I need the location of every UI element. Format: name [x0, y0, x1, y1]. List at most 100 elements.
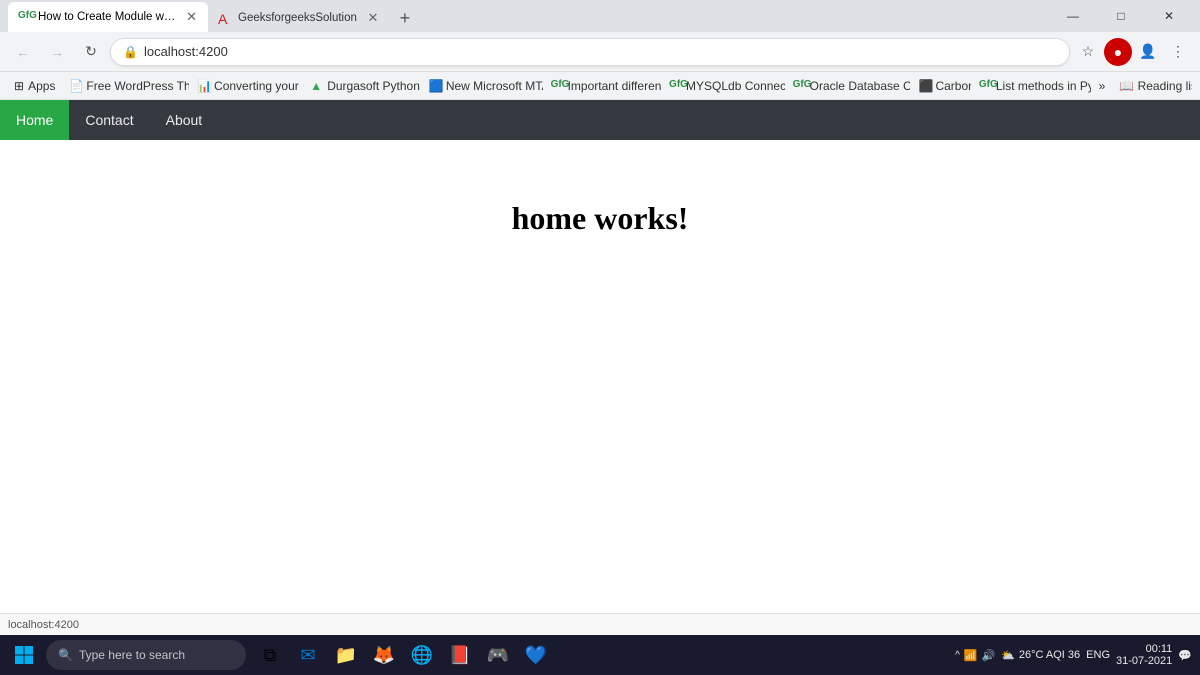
language-indicator: ENG	[1086, 649, 1110, 661]
app-navbar: Home Contact About	[0, 100, 1200, 140]
extensions-icon[interactable]: ●	[1104, 38, 1132, 66]
nav-home[interactable]: Home	[0, 100, 69, 140]
apps-bookmark[interactable]: ⊞ Apps	[8, 77, 61, 95]
network-icon[interactable]: 📶	[964, 649, 978, 662]
weather-text: 26°C AQI 36	[1019, 649, 1080, 661]
windows-logo-icon	[14, 645, 34, 665]
home-heading: home works!	[512, 200, 689, 237]
bm6-label: MYSQLdb Connecti...	[686, 79, 785, 93]
back-button[interactable]: ←	[8, 37, 38, 67]
chrome-icon: 🌐	[411, 645, 433, 666]
clock-widget[interactable]: 00:11 31-07-2021	[1116, 643, 1172, 667]
bm3-label: Durgasoft Python -...	[327, 79, 421, 93]
bookmarks-bar: ⊞ Apps 📄 Free WordPress The... 📊 Convert…	[0, 72, 1200, 100]
nav-about-label: About	[166, 112, 203, 128]
bm8-favicon: ⬛	[918, 79, 932, 93]
apps-label: Apps	[28, 79, 55, 93]
taskbar: 🔍 Type here to search ⧉ ✉ 📁 🦊 🌐 📕	[0, 635, 1200, 675]
tab1-favicon: GfG	[18, 10, 32, 24]
tab2-close[interactable]: ✕	[365, 10, 381, 26]
apps-grid-icon: ⊞	[14, 79, 24, 93]
bm7-favicon: GfG	[793, 79, 807, 93]
acrobat-app[interactable]: 📕	[442, 637, 478, 673]
app-7[interactable]: 🎮	[480, 637, 516, 673]
reading-list-button[interactable]: 📖 Reading list	[1113, 77, 1192, 95]
bm1-label: Free WordPress The...	[86, 79, 189, 93]
bookmark-2[interactable]: 📊 Converting your file	[191, 77, 302, 95]
bookmark-9[interactable]: GfG List methods in Pyt...	[973, 77, 1091, 95]
nav-contact-label: Contact	[85, 112, 133, 128]
nav-contact[interactable]: Contact	[69, 100, 149, 140]
bm2-label: Converting your file	[214, 79, 302, 93]
bm6-favicon: GfG	[669, 79, 683, 93]
reading-list-label: 📖 Reading list	[1119, 79, 1192, 93]
address-text: localhost:4200	[144, 44, 1057, 59]
more-bookmarks-button[interactable]: »	[1093, 77, 1112, 95]
task-view-button[interactable]: ⧉	[252, 637, 288, 673]
bm9-favicon: GfG	[979, 79, 993, 93]
tab-strip: GfG How to Create Module with Rou... ✕ A…	[8, 0, 1046, 32]
refresh-button[interactable]: ↻	[76, 37, 106, 67]
cloud-icon: ⛅	[1001, 649, 1015, 662]
vscode-icon: 💙	[525, 645, 547, 666]
taskbar-search[interactable]: 🔍 Type here to search	[46, 640, 246, 670]
navigation-bar: ← → ↻ 🔒 localhost:4200 ☆ ● 👤 ⋮	[0, 32, 1200, 72]
bookmark-7[interactable]: GfG Oracle Database Co...	[787, 77, 911, 95]
bookmark-6[interactable]: GfG MYSQLdb Connecti...	[663, 77, 785, 95]
date-display: 31-07-2021	[1116, 655, 1172, 667]
time-display: 00:11	[1146, 643, 1173, 655]
bookmark-1[interactable]: 📄 Free WordPress The...	[63, 77, 189, 95]
bm9-label: List methods in Pyt...	[996, 79, 1091, 93]
nav-about[interactable]: About	[150, 100, 219, 140]
tab1-title: How to Create Module with Rou...	[38, 11, 177, 23]
bm1-favicon: 📄	[69, 79, 83, 93]
minimize-button[interactable]: —	[1050, 0, 1096, 32]
more-options-icon[interactable]: ⋮	[1164, 38, 1192, 66]
status-url: localhost:4200	[8, 619, 79, 631]
weather-widget[interactable]: ⛅ 26°C AQI 36	[1001, 649, 1080, 662]
bookmark-5[interactable]: GfG Important differenc...	[545, 77, 661, 95]
bm4-favicon: 🟦	[429, 79, 443, 93]
tab1-close[interactable]: ✕	[185, 9, 198, 25]
start-button[interactable]	[4, 635, 44, 675]
bm8-label: Carbon	[935, 79, 970, 93]
file-explorer[interactable]: 📁	[328, 637, 364, 673]
chevron-up-icon[interactable]: ^	[955, 650, 960, 661]
title-bar: GfG How to Create Module with Rou... ✕ A…	[0, 0, 1200, 32]
browser-window: GfG How to Create Module with Rou... ✕ A…	[0, 0, 1200, 675]
address-bar[interactable]: 🔒 localhost:4200	[110, 38, 1070, 66]
search-icon: 🔍	[58, 648, 73, 662]
tab-1[interactable]: GfG How to Create Module with Rou... ✕	[8, 2, 208, 32]
bookmark-8[interactable]: ⬛ Carbon	[912, 77, 970, 95]
bm3-favicon: ▲	[310, 79, 324, 93]
new-tab-button[interactable]: +	[391, 4, 419, 32]
app7-icon: 🎮	[487, 645, 509, 666]
bm7-label: Oracle Database Co...	[810, 79, 911, 93]
sys-tray: ^ 📶 🔊	[955, 649, 995, 662]
mail-app[interactable]: ✉	[290, 637, 326, 673]
main-content: home works!	[0, 140, 1200, 613]
security-icon: 🔒	[123, 45, 138, 59]
firefox-icon: 🦊	[373, 645, 395, 666]
bookmark-4[interactable]: 🟦 New Microsoft MTA...	[423, 77, 543, 95]
chrome-app[interactable]: 🌐	[404, 637, 440, 673]
vscode-app[interactable]: 💙	[518, 637, 554, 673]
bookmark-star-icon[interactable]: ☆	[1074, 38, 1102, 66]
tab2-title: GeeksforgeeksSolution	[238, 12, 357, 24]
nav-actions: ☆ ● 👤 ⋮	[1074, 38, 1192, 66]
close-button[interactable]: ✕	[1146, 0, 1192, 32]
maximize-button[interactable]: □	[1098, 0, 1144, 32]
sound-icon[interactable]: 🔊	[981, 649, 995, 662]
bookmark-3[interactable]: ▲ Durgasoft Python -...	[304, 77, 421, 95]
window-controls: — □ ✕	[1050, 0, 1192, 32]
notification-icon[interactable]: 💬	[1178, 649, 1192, 662]
profile-icon[interactable]: 👤	[1134, 38, 1162, 66]
acrobat-icon: 📕	[449, 645, 471, 666]
tab-2[interactable]: A GeeksforgeeksSolution ✕	[208, 4, 391, 32]
mail-icon: ✉	[300, 645, 315, 666]
bm5-favicon: GfG	[551, 79, 565, 93]
bm2-favicon: 📊	[197, 79, 211, 93]
bm4-label: New Microsoft MTA...	[446, 79, 543, 93]
firefox-app[interactable]: 🦊	[366, 637, 402, 673]
forward-button[interactable]: →	[42, 37, 72, 67]
